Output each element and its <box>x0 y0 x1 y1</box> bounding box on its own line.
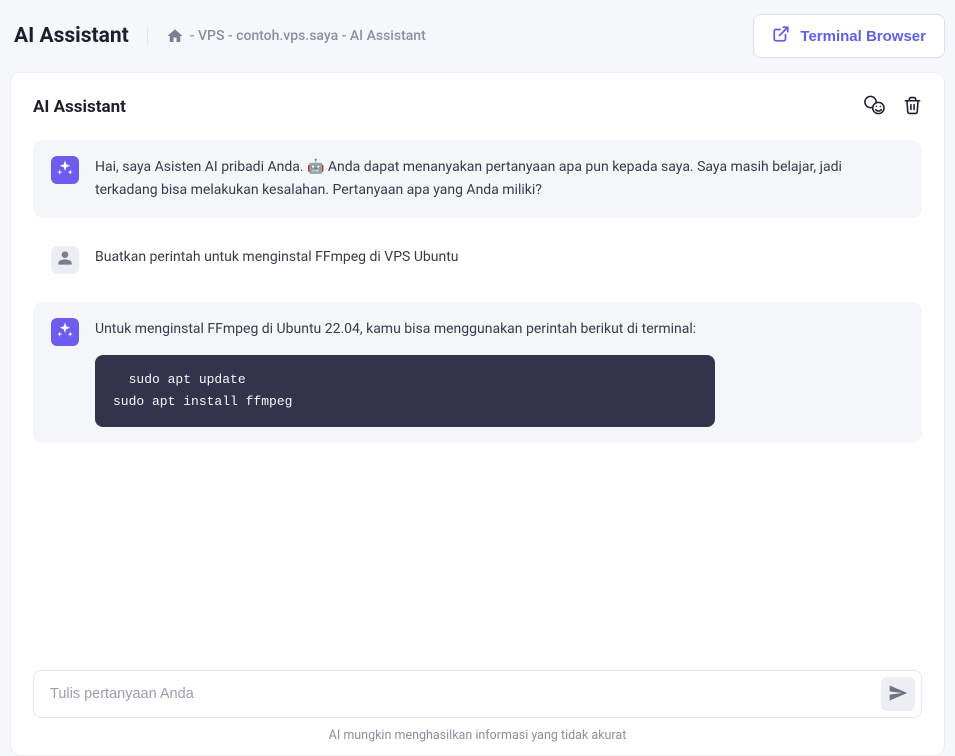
code-block: sudo apt update sudo apt install ffmpeg <box>95 355 715 427</box>
page-title: AI Assistant <box>14 24 129 48</box>
user-message: Buatkan perintah untuk menginstal FFmpeg… <box>33 230 922 290</box>
chat-input[interactable] <box>50 686 881 702</box>
breadcrumb: - VPS - contoh.vps.saya - AI Assistant <box>147 27 426 45</box>
top-bar-left: AI Assistant - VPS - contoh.vps.saya - A… <box>14 24 426 48</box>
breadcrumb-text: - VPS - contoh.vps.saya - AI Assistant <box>190 28 426 44</box>
ai-avatar <box>51 156 79 184</box>
terminal-browser-button[interactable]: Terminal Browser <box>753 14 945 58</box>
send-button[interactable] <box>881 677 915 711</box>
assistant-message: Untuk menginstal FFmpeg di Ubuntu 22.04,… <box>33 302 922 443</box>
faces-icon <box>863 95 885 118</box>
external-link-icon <box>772 25 790 47</box>
chat-card: AI Assistant Hai, saya Asisten AI pribad… <box>10 72 945 756</box>
sparkle-icon <box>56 159 74 181</box>
card-title: AI Assistant <box>33 97 126 117</box>
person-icon <box>57 250 73 270</box>
terminal-browser-label: Terminal Browser <box>800 28 926 45</box>
feedback-button[interactable] <box>863 95 885 118</box>
user-avatar <box>51 246 79 274</box>
message-text: Buatkan perintah untuk menginstal FFmpeg… <box>95 246 904 269</box>
home-icon[interactable] <box>166 27 184 45</box>
card-header: AI Assistant <box>33 95 922 118</box>
input-row <box>33 670 922 718</box>
chat-area: Hai, saya Asisten AI pribadi Anda. 🤖 And… <box>33 140 922 660</box>
top-bar: AI Assistant - VPS - contoh.vps.saya - A… <box>0 0 955 72</box>
ai-avatar <box>51 318 79 346</box>
assistant-message: Hai, saya Asisten AI pribadi Anda. 🤖 And… <box>33 140 922 218</box>
message-body: Untuk menginstal FFmpeg di Ubuntu 22.04,… <box>95 318 904 427</box>
message-text: Hai, saya Asisten AI pribadi Anda. 🤖 And… <box>95 156 904 202</box>
trash-icon <box>903 96 922 118</box>
delete-button[interactable] <box>903 96 922 118</box>
sparkle-icon <box>56 321 74 343</box>
card-header-icons <box>863 95 922 118</box>
footer-note: AI mungkin menghasilkan informasi yang t… <box>33 728 922 743</box>
message-text: Untuk menginstal FFmpeg di Ubuntu 22.04,… <box>95 321 696 337</box>
send-icon <box>888 683 908 706</box>
